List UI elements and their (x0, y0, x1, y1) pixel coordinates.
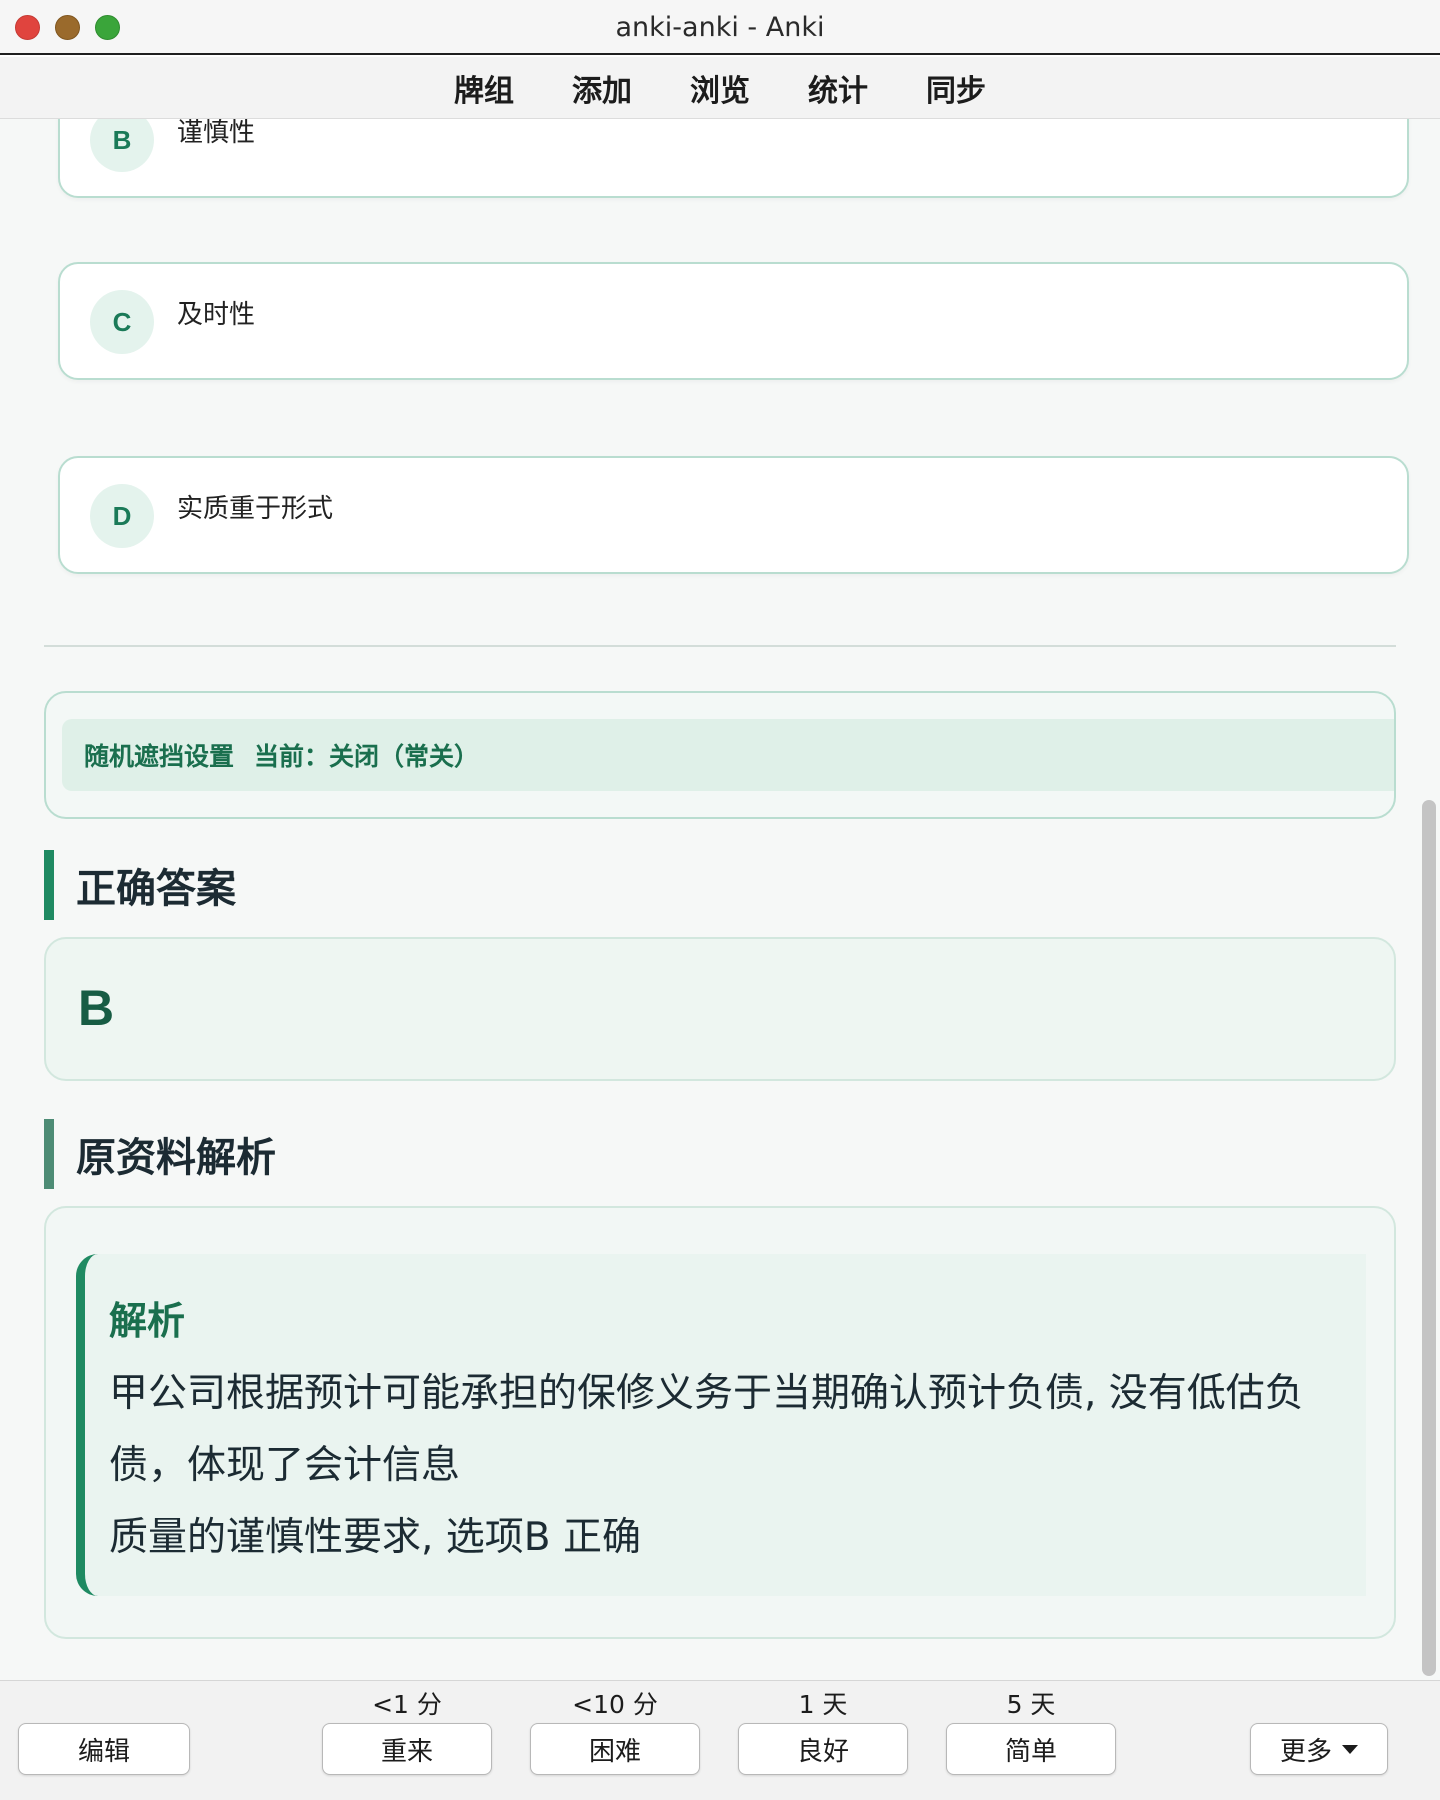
mask-settings-panel: 随机遮挡设置 当前：关闭（常关） (44, 691, 1396, 819)
analysis-title: 解析 (109, 1299, 186, 1343)
window-title: anki-anki - Anki (615, 12, 825, 43)
option-c[interactable]: C 及时性 (58, 262, 1409, 380)
chevron-down-icon (1342, 1744, 1358, 1754)
again-button[interactable]: 重来 (322, 1723, 492, 1775)
answer-bar: 编辑 <1 分 重来 <10 分 困难 1 天 良好 5 天 简单 更多 (0, 1680, 1440, 1800)
easy-button[interactable]: 简单 (946, 1723, 1116, 1775)
easy-interval: 5 天 (1006, 1690, 1056, 1719)
option-text: 谨慎性 (177, 119, 256, 148)
option-letter-badge: C (90, 290, 154, 354)
option-letter-badge: D (90, 484, 154, 548)
mask-settings-toggle[interactable]: 随机遮挡设置 当前：关闭（常关） (62, 719, 1394, 791)
option-text: 实质重于形式 (177, 494, 334, 524)
correct-answer-value: B (78, 980, 115, 1036)
section-divider (44, 645, 1396, 647)
analysis-line-2: 质量的谨慎性要求, 选项B 正确 (109, 1515, 641, 1560)
hard-interval: <10 分 (572, 1690, 658, 1719)
analysis-callout: 解析 甲公司根据预计可能承担的保修义务于当期确认预计负债, 没有低估负债，体现了… (76, 1254, 1366, 1596)
analysis-heading: 原资料解析 (44, 1119, 276, 1189)
correct-answer-heading: 正确答案 (44, 850, 236, 920)
hard-button[interactable]: 困难 (530, 1723, 700, 1775)
edit-button[interactable]: 编辑 (18, 1723, 190, 1775)
option-d[interactable]: D 实质重于形式 (58, 456, 1409, 574)
mask-settings-title: 随机遮挡设置 (84, 742, 235, 771)
menu-browse[interactable]: 浏览 (690, 66, 750, 110)
top-menu: 牌组 添加 浏览 统计 同步 (0, 57, 1440, 119)
menu-stats[interactable]: 统计 (808, 66, 868, 110)
more-button[interactable]: 更多 (1250, 1723, 1388, 1775)
option-letter-badge: B (90, 119, 154, 172)
good-button[interactable]: 良好 (738, 1723, 908, 1775)
card-content: B 谨慎性 C 及时性 D 实质重于形式 随机遮挡设置 当前：关闭（常关） 正确… (0, 119, 1440, 1680)
menu-add[interactable]: 添加 (572, 66, 632, 110)
good-interval: 1 天 (798, 1690, 848, 1719)
option-b[interactable]: B 谨慎性 (58, 119, 1409, 198)
menu-sync[interactable]: 同步 (926, 66, 986, 110)
title-bar: anki-anki - Anki (0, 0, 1440, 55)
correct-answer-box: B (44, 937, 1396, 1081)
analysis-line-1: 甲公司根据预计可能承担的保修义务于当期确认预计负债, 没有低估负债，体现了会计信… (109, 1371, 1304, 1488)
analysis-text: 甲公司根据预计可能承担的保修义务于当期确认预计负债, 没有低估负债，体现了会计信… (109, 1358, 1359, 1574)
again-interval: <1 分 (372, 1690, 442, 1719)
more-button-label: 更多 (1279, 1736, 1332, 1767)
content-scrollbar[interactable] (1422, 800, 1436, 1676)
option-text: 及时性 (177, 300, 256, 330)
menu-decks[interactable]: 牌组 (454, 66, 514, 110)
mask-settings-status: 当前：关闭（常关） (254, 742, 480, 771)
analysis-box: 解析 甲公司根据预计可能承担的保修义务于当期确认预计负债, 没有低估负债，体现了… (44, 1206, 1396, 1639)
